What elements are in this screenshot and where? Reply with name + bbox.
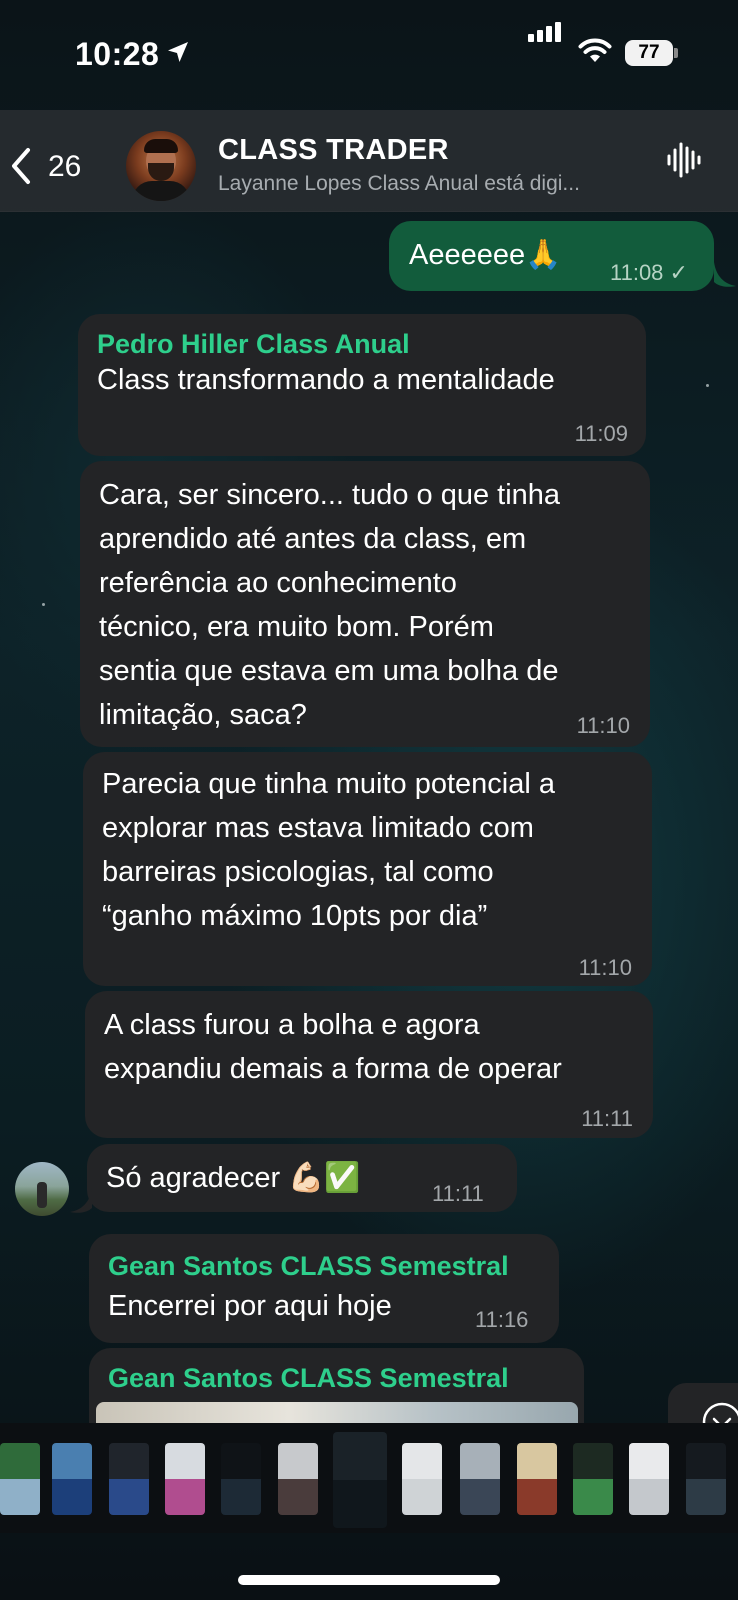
status-bar: 10:28 77: [0, 0, 738, 108]
message-bubble-incoming[interactable]: Parecia que tinha muito potencial a expl…: [83, 752, 652, 986]
media-thumbnail[interactable]: [0, 1443, 40, 1515]
message-text: Só agradecer 💪🏻✅: [106, 1162, 361, 1194]
location-arrow-icon: [168, 42, 188, 62]
chat-title[interactable]: CLASS TRADER: [218, 134, 449, 167]
message-time: 11:08 ✓: [610, 260, 688, 285]
message-bubble-incoming[interactable]: Cara, ser sincero... tudo o que tinha ap…: [80, 461, 650, 747]
media-thumbnail[interactable]: [517, 1443, 557, 1515]
group-avatar[interactable]: [126, 131, 196, 201]
message-sender[interactable]: Pedro Hiller Class Anual: [97, 326, 410, 362]
message-time: 11:10: [578, 955, 632, 980]
voice-waveform-icon[interactable]: [665, 140, 705, 180]
chat-subtitle-typing: Layanne Lopes Class Anual está digi...: [218, 172, 580, 195]
wallpaper-star: [706, 384, 709, 387]
back-unread-count[interactable]: 26: [48, 150, 81, 184]
media-thumbnail[interactable]: [686, 1443, 726, 1515]
media-thumbnail[interactable]: [52, 1443, 92, 1515]
message-bubble-incoming[interactable]: Só agradecer 💪🏻✅ 11:11: [87, 1144, 517, 1212]
message-sender[interactable]: Gean Santos CLASS Semestral: [108, 1360, 509, 1396]
media-thumbnail[interactable]: [402, 1443, 442, 1515]
media-thumbnail[interactable]: [629, 1443, 669, 1515]
media-thumbnail-active[interactable]: [333, 1432, 387, 1528]
message-time: 11:16: [475, 1307, 529, 1332]
message-text: Aeeeeee🙏: [409, 239, 562, 271]
message-time: 11:09: [574, 421, 628, 446]
bubble-tail: [714, 262, 736, 287]
home-indicator[interactable]: [238, 1575, 500, 1585]
battery-cap: [674, 48, 678, 58]
message-time: 11:10: [576, 713, 630, 738]
media-thumbnail[interactable]: [165, 1443, 205, 1515]
media-thumbnail[interactable]: [460, 1443, 500, 1515]
media-thumbnail[interactable]: [109, 1443, 149, 1515]
wifi-icon: [578, 38, 612, 62]
message-bubble-incoming[interactable]: Gean Santos CLASS Semestral Encerrei por…: [89, 1234, 559, 1343]
bubble-tail: [70, 1188, 92, 1213]
media-thumbnail[interactable]: [278, 1443, 318, 1515]
message-text: Cara, ser sincero... tudo o que tinha ap…: [99, 479, 561, 731]
message-time: 11:11: [432, 1181, 484, 1206]
message-text: Parecia que tinha muito potencial a expl…: [102, 768, 556, 932]
message-bubble-outgoing[interactable]: Aeeeeee🙏 11:08 ✓: [389, 221, 714, 291]
wallpaper-star: [42, 603, 45, 606]
status-time: 10:28: [75, 36, 160, 72]
message-text: Encerrei por aqui hoje: [108, 1290, 392, 1322]
message-bubble-incoming[interactable]: Pedro Hiller Class Anual Class transform…: [78, 314, 646, 456]
battery-indicator: 77: [625, 40, 673, 66]
media-thumbnail[interactable]: [221, 1443, 261, 1515]
message-bubble-incoming[interactable]: A class furou a bolha e agora expandiu d…: [85, 991, 653, 1138]
sender-avatar[interactable]: [15, 1162, 69, 1216]
message-sender[interactable]: Gean Santos CLASS Semestral: [108, 1248, 509, 1284]
media-thumbnail[interactable]: [573, 1443, 613, 1515]
message-time: 11:11: [581, 1106, 633, 1131]
message-text: A class furou a bolha e agora expandiu d…: [104, 1009, 562, 1085]
chevron-left-icon[interactable]: [6, 144, 34, 188]
message-text: Class transformando a mentalidade: [97, 364, 555, 396]
